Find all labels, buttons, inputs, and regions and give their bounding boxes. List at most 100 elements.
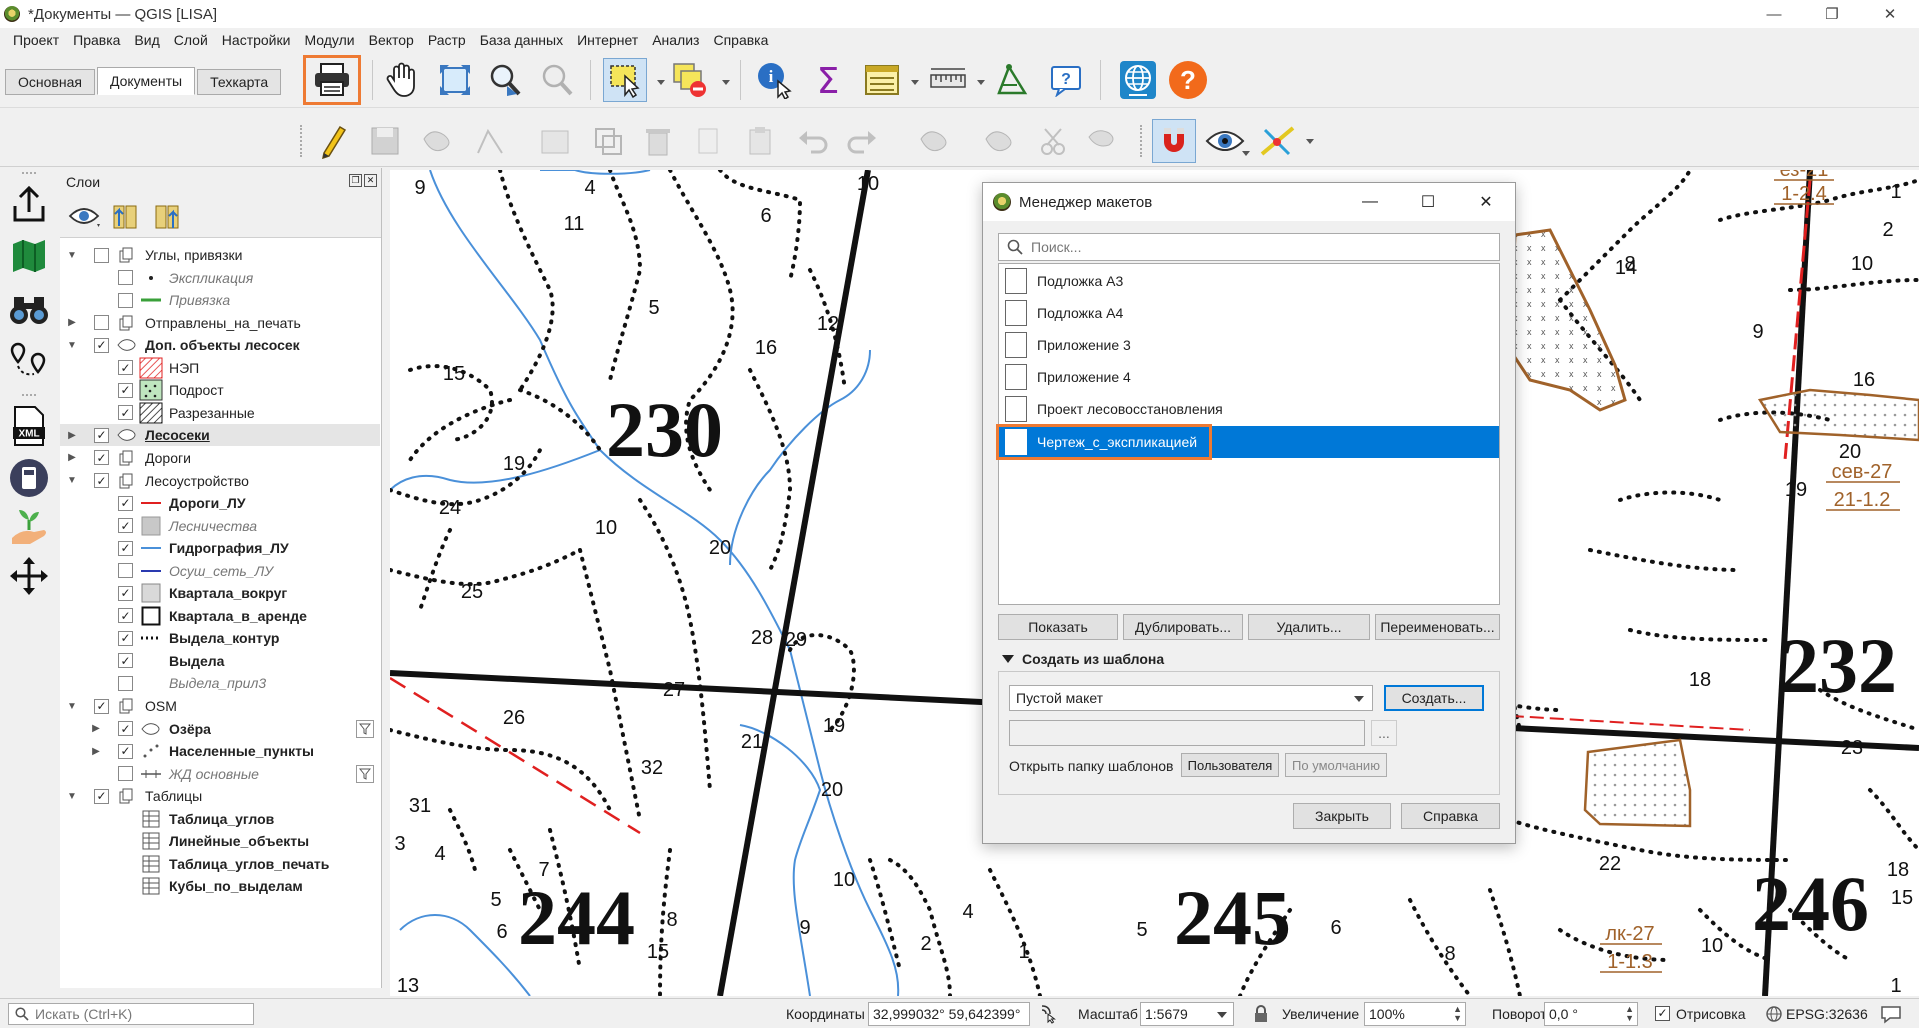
- delete-layout-button[interactable]: Удалить...: [1248, 614, 1370, 640]
- layer-visibility-checkbox[interactable]: ✓: [118, 743, 133, 759]
- layer-row[interactable]: Таблица_углов_печать: [60, 853, 380, 875]
- layer-row[interactable]: ▶ ✓ Дороги: [60, 447, 380, 469]
- filter-legend-icon[interactable]: [110, 202, 140, 232]
- dialog-maximize-button[interactable]: ☐: [1399, 183, 1457, 221]
- close-panel-button[interactable]: ✕: [364, 174, 377, 187]
- layer-visibility-checkbox[interactable]: ✓: [94, 788, 109, 804]
- xml-file-icon[interactable]: XML: [7, 404, 51, 448]
- layer-visibility-checkbox[interactable]: ✓: [94, 698, 109, 714]
- move-arrows-icon[interactable]: [7, 554, 51, 598]
- layer-visibility-checkbox[interactable]: [118, 270, 133, 286]
- layer-row[interactable]: ✓ Дороги_ЛУ: [60, 492, 380, 514]
- layer-visibility-checkbox[interactable]: ✓: [118, 382, 133, 398]
- lock-icon[interactable]: [1254, 1005, 1268, 1023]
- menu-view[interactable]: Вид: [127, 32, 166, 48]
- render-checkbox[interactable]: ✓: [1655, 1006, 1670, 1021]
- layer-visibility-checkbox[interactable]: ✓: [94, 450, 109, 466]
- identify-icon[interactable]: i: [755, 60, 795, 100]
- filter-funnel-icon[interactable]: [356, 719, 374, 738]
- zoom-selection-icon[interactable]: [537, 60, 577, 100]
- magnifier-field[interactable]: 100% ▲ ▼: [1364, 1002, 1466, 1026]
- menu-vector[interactable]: Вектор: [362, 32, 421, 48]
- layer-visibility-checkbox[interactable]: [118, 563, 133, 579]
- toggle-editing-icon[interactable]: [313, 121, 353, 161]
- layout-item[interactable]: Подложка А3: [999, 265, 1499, 297]
- map-icon[interactable]: [7, 234, 51, 278]
- preview-eye-icon[interactable]: [1205, 121, 1245, 161]
- tab-main[interactable]: Основная: [5, 69, 95, 95]
- preview-dropdown-icon[interactable]: [1242, 151, 1250, 156]
- menu-project[interactable]: Проект: [6, 32, 66, 48]
- dialog-minimize-button[interactable]: —: [1341, 183, 1399, 221]
- locator-search-input[interactable]: Искать (Ctrl+K): [8, 1003, 254, 1025]
- plant-hand-icon[interactable]: [7, 506, 51, 550]
- template-group-toggle[interactable]: Создать из шаблона: [998, 651, 1164, 667]
- layer-row[interactable]: Привязка: [60, 289, 380, 311]
- zoom-layer-icon[interactable]: [485, 60, 525, 100]
- help-icon[interactable]: ?: [1046, 60, 1086, 100]
- layer-row[interactable]: ▼ ✓ Лесоустройство: [60, 470, 380, 492]
- collapse-arrow-icon[interactable]: ▼: [66, 701, 78, 712]
- layer-row[interactable]: ✓ НЭП: [60, 357, 380, 379]
- expand-arrow-icon[interactable]: ▶: [66, 452, 78, 463]
- layer-row[interactable]: ✓ Гидрография_ЛУ: [60, 537, 380, 559]
- visibility-eye-icon[interactable]: [68, 204, 100, 230]
- menu-plugins[interactable]: Модули: [297, 32, 361, 48]
- user-folder-button[interactable]: Пользователя: [1181, 753, 1279, 777]
- rename-layout-button[interactable]: Переименовать...: [1375, 614, 1500, 640]
- layer-visibility-checkbox[interactable]: ✓: [94, 427, 109, 443]
- menu-edit[interactable]: Правка: [66, 32, 127, 48]
- messages-icon[interactable]: [1880, 1004, 1902, 1024]
- layer-row[interactable]: Осуш_сеть_ЛУ: [60, 560, 380, 582]
- layer-row[interactable]: ✓ Выдела: [60, 650, 380, 672]
- maximize-button[interactable]: ❐: [1803, 0, 1861, 28]
- crs-label[interactable]: EPSG:32636: [1786, 1006, 1868, 1022]
- expand-arrow-icon[interactable]: ▶: [90, 746, 102, 757]
- layer-row[interactable]: Линейные_объекты: [60, 830, 380, 852]
- layer-visibility-checkbox[interactable]: ✓: [118, 360, 133, 376]
- layer-row[interactable]: ▶ ✓ Населенные_пункты: [60, 740, 380, 762]
- close-window-button[interactable]: ✕: [1861, 0, 1919, 28]
- layer-row[interactable]: ✓ Подрост: [60, 379, 380, 401]
- attribute-table-icon[interactable]: [862, 60, 902, 100]
- layer-row[interactable]: ▼ Углы, привязки: [60, 244, 380, 266]
- layer-row[interactable]: ▶ ✓ Лесосеки: [60, 424, 380, 447]
- float-panel-button[interactable]: ❐: [349, 174, 362, 187]
- layer-row[interactable]: Экспликация: [60, 267, 380, 289]
- collapse-arrow-icon[interactable]: ▼: [66, 250, 78, 261]
- template-path-field[interactable]: [1009, 720, 1365, 746]
- layer-visibility-checkbox[interactable]: ✓: [118, 585, 133, 601]
- question-icon[interactable]: ?: [1168, 60, 1208, 100]
- measure-icon[interactable]: [928, 60, 968, 100]
- layer-row[interactable]: ▼ ✓ OSM: [60, 695, 380, 717]
- layer-row[interactable]: Выдела_прил3: [60, 672, 380, 694]
- globe-icon[interactable]: [1118, 60, 1158, 100]
- menu-web[interactable]: Интернет: [570, 32, 645, 48]
- layer-visibility-checkbox[interactable]: ✓: [94, 337, 109, 353]
- crs-globe-icon[interactable]: [1766, 1006, 1782, 1022]
- statistics-icon[interactable]: Σ: [808, 60, 848, 100]
- layout-item[interactable]: Проект лесовосстановления: [999, 393, 1499, 425]
- layer-row[interactable]: ▶ ✓ Озёра: [60, 718, 380, 740]
- layer-row[interactable]: Таблица_углов: [60, 808, 380, 830]
- measure-dropdown-icon[interactable]: [977, 80, 985, 85]
- layer-row[interactable]: ▶ Отправлены_на_печать: [60, 312, 380, 334]
- layer-visibility-checkbox[interactable]: ✓: [118, 721, 133, 737]
- upload-icon[interactable]: [7, 182, 51, 226]
- layer-visibility-checkbox[interactable]: ✓: [118, 608, 133, 624]
- layout-item[interactable]: Приложение 4: [999, 361, 1499, 393]
- select-features-icon[interactable]: [603, 58, 647, 102]
- collapse-arrow-icon[interactable]: ▼: [66, 475, 78, 486]
- rotation-field[interactable]: 0,0 ° ▲ ▼: [1544, 1002, 1638, 1026]
- trace-tool-icon[interactable]: [1258, 121, 1298, 161]
- layer-row[interactable]: ✓ Лесничества: [60, 515, 380, 537]
- layer-visibility-checkbox[interactable]: [94, 247, 109, 263]
- coordinate-field[interactable]: 32,999032° 59,642399°: [868, 1002, 1030, 1026]
- expand-arrow-icon[interactable]: ▶: [66, 317, 78, 328]
- dialog-help-button[interactable]: Справка: [1401, 803, 1500, 829]
- layer-row[interactable]: ✓ Квартала_в_аренде: [60, 605, 380, 627]
- layer-visibility-checkbox[interactable]: ✓: [118, 495, 133, 511]
- print-layout-icon[interactable]: [303, 55, 361, 105]
- duplicate-layout-button[interactable]: Дублировать...: [1123, 614, 1243, 640]
- menu-settings[interactable]: Настройки: [215, 32, 298, 48]
